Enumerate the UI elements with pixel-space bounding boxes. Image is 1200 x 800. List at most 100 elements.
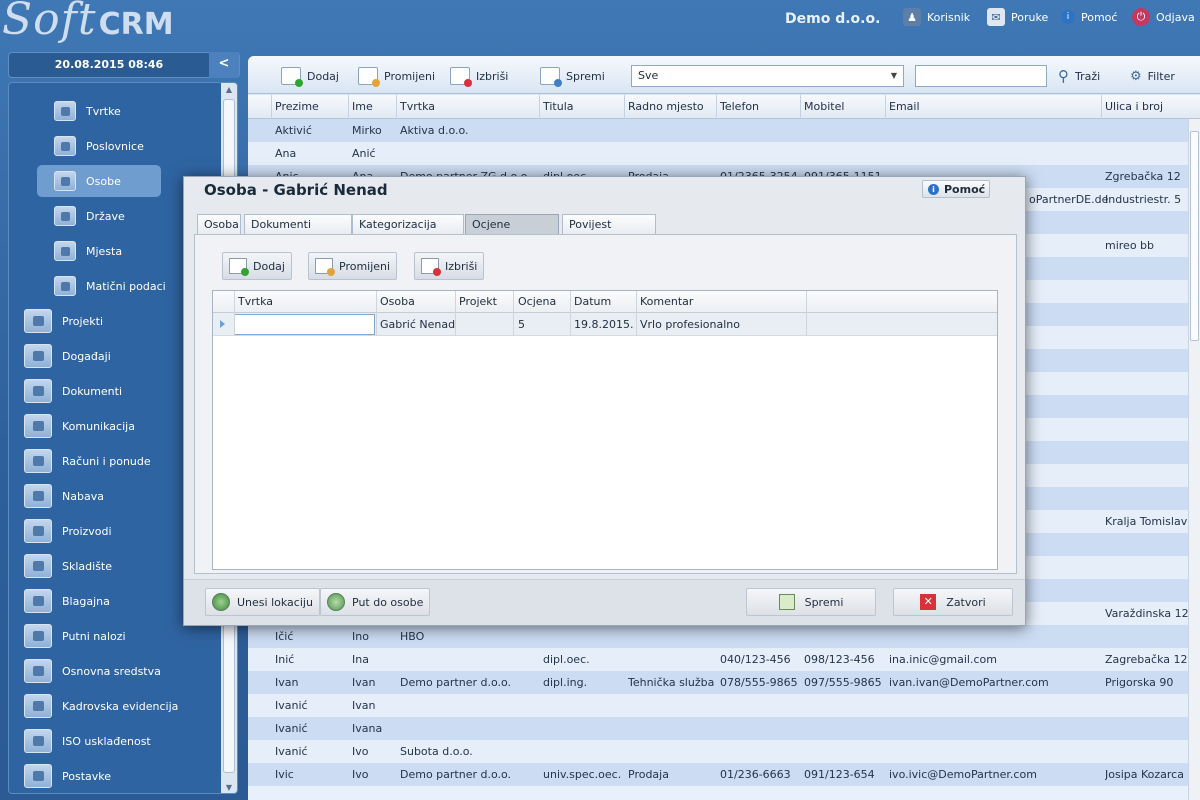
table-cell: 5	[518, 318, 525, 331]
mail-icon: ✉	[987, 8, 1005, 26]
dialog-help-button[interactable]: i Pomoć	[922, 180, 990, 198]
sidebar-item-osnovna-sredstva[interactable]: Osnovna sredstva	[24, 655, 204, 687]
scroll-up-arrow[interactable]: ▲	[221, 83, 237, 97]
column-header[interactable]: Ulica i broj	[1105, 100, 1163, 113]
sidebar-item-komunikacija[interactable]: Komunikacija	[24, 410, 204, 442]
edit-button[interactable]: Promijeni	[358, 64, 435, 88]
settings-icon	[24, 764, 52, 788]
tab-kategorizacija[interactable]: Kategorizacija	[352, 214, 464, 235]
column-header[interactable]: Email	[889, 100, 920, 113]
delete-button[interactable]: Izbriši	[450, 64, 508, 88]
sidebar-item-doga-aji[interactable]: Događaji	[24, 340, 204, 372]
sidebar-item-skladi-te[interactable]: Skladište	[24, 550, 204, 582]
dialog-save-button[interactable]: Spremi	[746, 588, 876, 616]
column-divider	[539, 95, 540, 119]
table-row[interactable]: Inić Ina dipl.oec. 040/123-456 098/123-456 in…	[248, 648, 1188, 671]
table-row[interactable]: Ana Anić	[248, 142, 1188, 165]
sidebar-item-postavke[interactable]: Postavke	[24, 760, 204, 792]
table-cell: Ivan	[352, 676, 376, 689]
table-cell: dipl.ing.	[543, 676, 588, 689]
sidebar-item-nabava[interactable]: Nabava	[24, 480, 204, 512]
sidebar-item-projekti[interactable]: Projekti	[24, 305, 204, 337]
table-cell: Ivo	[352, 745, 369, 758]
table-cell: mireo bb	[1105, 239, 1155, 252]
table-row[interactable]: Ivan Ivan Demo partner d.o.o. dipl.ing. Tehn…	[248, 671, 1188, 694]
table-row[interactable]: Gabrić Nenad 5 19.8.2015. Vrlo profesionaln…	[213, 313, 997, 336]
column-divider	[800, 95, 801, 119]
column-header[interactable]: Komentar	[640, 295, 693, 308]
dialog-edit-button[interactable]: Promijeni	[308, 252, 398, 280]
sidebar-item-label: Osnovna sredstva	[62, 664, 161, 678]
add-button[interactable]: Dodaj	[281, 64, 339, 88]
column-header[interactable]: Radno mjesto	[628, 100, 704, 113]
sidebar-item-tvrtke[interactable]: Tvrtke	[37, 95, 217, 127]
dialog-edit-label: Promijeni	[339, 259, 391, 273]
column-divider	[716, 95, 717, 119]
help-button[interactable]: i Pomoć	[1061, 4, 1117, 30]
sidebar-item-label: Tvrtke	[86, 104, 121, 118]
column-header[interactable]: Mobitel	[804, 100, 844, 113]
tab-ocjene[interactable]: Ocjene	[465, 214, 559, 235]
column-divider	[271, 95, 272, 119]
sidebar-item-putni-nalozi[interactable]: Putni nalozi	[24, 620, 204, 652]
table-row[interactable]: Ivanić Ivo Subota d.o.o.	[248, 740, 1188, 763]
person-icon	[54, 171, 76, 191]
dialog-close-button[interactable]: ✕ Zatvori	[893, 588, 1013, 616]
tab-povijest[interactable]: Povijest	[562, 214, 656, 235]
column-header[interactable]: Tvrtka	[238, 295, 273, 308]
sidebar-item-ra-uni-i-ponude[interactable]: Računi i ponude	[24, 445, 204, 477]
messages-button[interactable]: ✉ Poruke	[987, 4, 1048, 30]
ratings-tab-panel: Dodaj Promijeni Izbriši Tvrtka Osoba Proje…	[194, 234, 1017, 574]
scroll-down-arrow[interactable]: ▼	[221, 781, 237, 793]
table-cell: Inić	[275, 653, 295, 666]
enter-location-button[interactable]: Unesi lokaciju	[205, 588, 320, 616]
grid-scrollbar[interactable]	[1188, 119, 1200, 800]
tab-dokumenti[interactable]: Dokumenti	[244, 214, 352, 235]
table-row[interactable]: Ivanić Ivana	[248, 717, 1188, 740]
column-header[interactable]: Prezime	[275, 100, 319, 113]
column-header[interactable]: Ime	[352, 100, 373, 113]
column-header[interactable]: Tvrtka	[400, 100, 435, 113]
column-header[interactable]: Titula	[543, 100, 574, 113]
column-header[interactable]: Projekt	[459, 295, 497, 308]
column-header[interactable]: Datum	[574, 295, 611, 308]
dialog-delete-label: Izbriši	[445, 259, 478, 273]
filter-button[interactable]: ⚙ Filter	[1130, 64, 1175, 88]
dialog-delete-button[interactable]: Izbriši	[414, 252, 485, 280]
column-header[interactable]: Telefon	[720, 100, 759, 113]
info-icon: i	[928, 183, 939, 195]
sidebar-item-kadrovska-evidencija[interactable]: Kadrovska evidencija	[24, 690, 204, 722]
collapse-sidebar-button[interactable]: <	[209, 52, 239, 78]
column-header[interactable]: Osoba	[380, 295, 415, 308]
sidebar-item-poslovnice[interactable]: Poslovnice	[37, 130, 217, 162]
save-button[interactable]: Spremi	[540, 64, 605, 88]
power-icon: ⏻	[1132, 8, 1150, 26]
logout-button[interactable]: ⏻ Odjava	[1132, 4, 1195, 30]
datetime: 20.08.2015 08:46	[54, 58, 164, 71]
table-row[interactable]: Ivanić Ivan	[248, 694, 1188, 717]
column-divider	[636, 291, 637, 336]
route-to-person-button[interactable]: Put do osobe	[320, 588, 431, 616]
sidebar-item-label: Dokumenti	[62, 384, 123, 398]
dialog-add-button[interactable]: Dodaj	[222, 252, 292, 280]
filter-select[interactable]: Sve ▼	[631, 65, 904, 87]
search-button[interactable]: ⚲ Traži	[1058, 64, 1100, 88]
sidebar-item-dokumenti[interactable]: Dokumenti	[24, 375, 204, 407]
search-input[interactable]	[915, 65, 1047, 87]
column-header[interactable]: Ocjena	[518, 295, 556, 308]
company-edit-cell[interactable]	[234, 314, 375, 335]
table-row[interactable]: Aktivić Mirko Aktiva d.o.o.	[248, 119, 1188, 142]
grid-scroll-thumb[interactable]	[1190, 131, 1199, 341]
sidebar-item-label: Skladište	[62, 559, 112, 573]
table-row[interactable]: Ičić Ino HBO	[248, 625, 1188, 648]
hr-icon	[24, 694, 52, 718]
sidebar-item-osobe[interactable]: Osobe	[37, 165, 161, 197]
tab-osoba[interactable]: Osoba	[197, 214, 241, 235]
sidebar-item-blagajna[interactable]: Blagajna	[24, 585, 204, 617]
table-row[interactable]: Ivic Ivo Demo partner d.o.o. univ.spec.oec.…	[248, 763, 1188, 786]
user-button[interactable]: ♟ Korisnik	[903, 4, 970, 30]
branch-icon	[54, 136, 76, 156]
purchase-icon	[24, 484, 52, 508]
sidebar-item-iso-uskla-enost[interactable]: ISO usklađenost	[24, 725, 204, 757]
sidebar-item-proizvodi[interactable]: Proizvodi	[24, 515, 204, 547]
